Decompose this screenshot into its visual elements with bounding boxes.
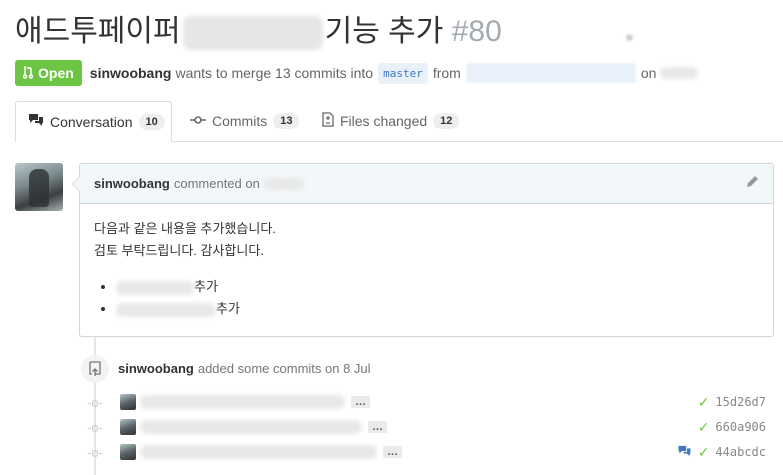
commit-message-redacted[interactable] [140,395,345,409]
repo-push-icon [81,355,109,383]
pr-tabs: Conversation 10 Commits 13 Files changed… [15,101,783,142]
list-item-text: 추가 [216,301,240,316]
comment-discussion-icon[interactable] [677,445,692,460]
tab-counter: 13 [273,113,300,129]
avatar[interactable] [120,444,136,460]
base-branch[interactable]: master [378,62,428,84]
redacted-text [116,280,194,295]
pr-meta: Open sinwoobang wants to merge 13 commit… [15,60,699,86]
expand-commit-button[interactable]: … [383,446,402,458]
list-item: 추가 [116,276,759,298]
redacted-mark [626,34,633,41]
redacted-date [660,67,699,79]
list-item: 추가 [116,298,759,320]
pr-author-link[interactable]: sinwoobang [90,65,172,81]
git-commit-icon: -o- [87,444,103,460]
comment-discussion-icon [28,113,44,130]
from-text: from [432,65,461,81]
diff-icon [322,112,334,130]
comment-header: sinwoobang commented on [80,164,773,204]
head-branch-redacted[interactable] [465,63,636,83]
git-pull-request-icon [22,65,34,82]
pr-title: 애드투페이퍼 기능 추가 #80 [15,10,502,54]
avatar[interactable] [120,419,136,435]
event-author[interactable]: sinwoobang [118,361,194,376]
expand-commit-button[interactable]: … [351,396,370,408]
commit-sha[interactable]: 660a906 [715,420,766,434]
commit-sha[interactable]: 44abcdc [715,445,766,459]
comment-body: 다음과 같은 내용을 추가했습니다. 검토 부탁드립니다. 감사합니다. 추가 … [80,204,773,334]
tab-counter: 12 [433,113,460,129]
status-label: Open [38,65,74,81]
comment-box: sinwoobang commented on 다음과 같은 내용을 추가했습니… [72,163,774,337]
commit-row: -o- … ✓ 15d26d7 [86,391,776,413]
pr-number: #80 [451,15,502,48]
tab-conversation[interactable]: Conversation 10 [15,101,172,142]
check-icon[interactable]: ✓ [698,394,710,411]
on-text: on [640,65,657,81]
comment-action: commented on [173,176,260,191]
redacted-date [263,177,304,190]
comment-line: 다음과 같은 내용을 추가했습니다. [94,221,276,236]
tab-files-changed[interactable]: Files changed 12 [310,101,471,141]
commit-message-redacted[interactable] [140,420,362,434]
pr-title-suffix: 기능 추가 [324,15,444,48]
avatar[interactable] [15,163,63,211]
comment-line: 검토 부탁드립니다. 감사합니다. [94,243,264,258]
git-commit-icon [190,113,206,129]
check-icon[interactable]: ✓ [698,444,710,461]
git-commit-icon: -o- [87,419,103,435]
event-description: added some commits on 8 Jul [197,361,371,376]
commit-row: -o- … ✓ 660a906 [86,416,776,438]
tab-label: Commits [212,113,268,129]
check-icon[interactable]: ✓ [698,419,710,436]
commit-sha[interactable]: 15d26d7 [715,395,766,409]
tab-counter: 10 [138,113,165,130]
pencil-icon[interactable] [745,175,759,193]
commit-row: -o- … ✓ 44abcdc [86,441,776,463]
status-badge: Open [15,60,82,86]
merge-text: wants to merge 13 commits into [175,65,374,81]
tab-label: Conversation [50,113,133,130]
list-item-text: 추가 [194,279,218,294]
avatar[interactable] [120,394,136,410]
commit-event: sinwoobang added some commits on 8 Jul [118,361,371,376]
comment-author[interactable]: sinwoobang [94,176,170,191]
pr-title-prefix: 애드투페이퍼 [15,15,181,48]
commit-message-redacted[interactable] [140,445,377,459]
tab-commits[interactable]: Commits 13 [178,101,311,141]
expand-commit-button[interactable]: … [368,421,387,433]
comment-list: 추가 추가 [94,276,759,320]
tab-label: Files changed [340,113,428,129]
redacted-text [116,302,216,317]
redacted-title-part [182,16,323,51]
git-commit-icon: -o- [87,394,103,410]
